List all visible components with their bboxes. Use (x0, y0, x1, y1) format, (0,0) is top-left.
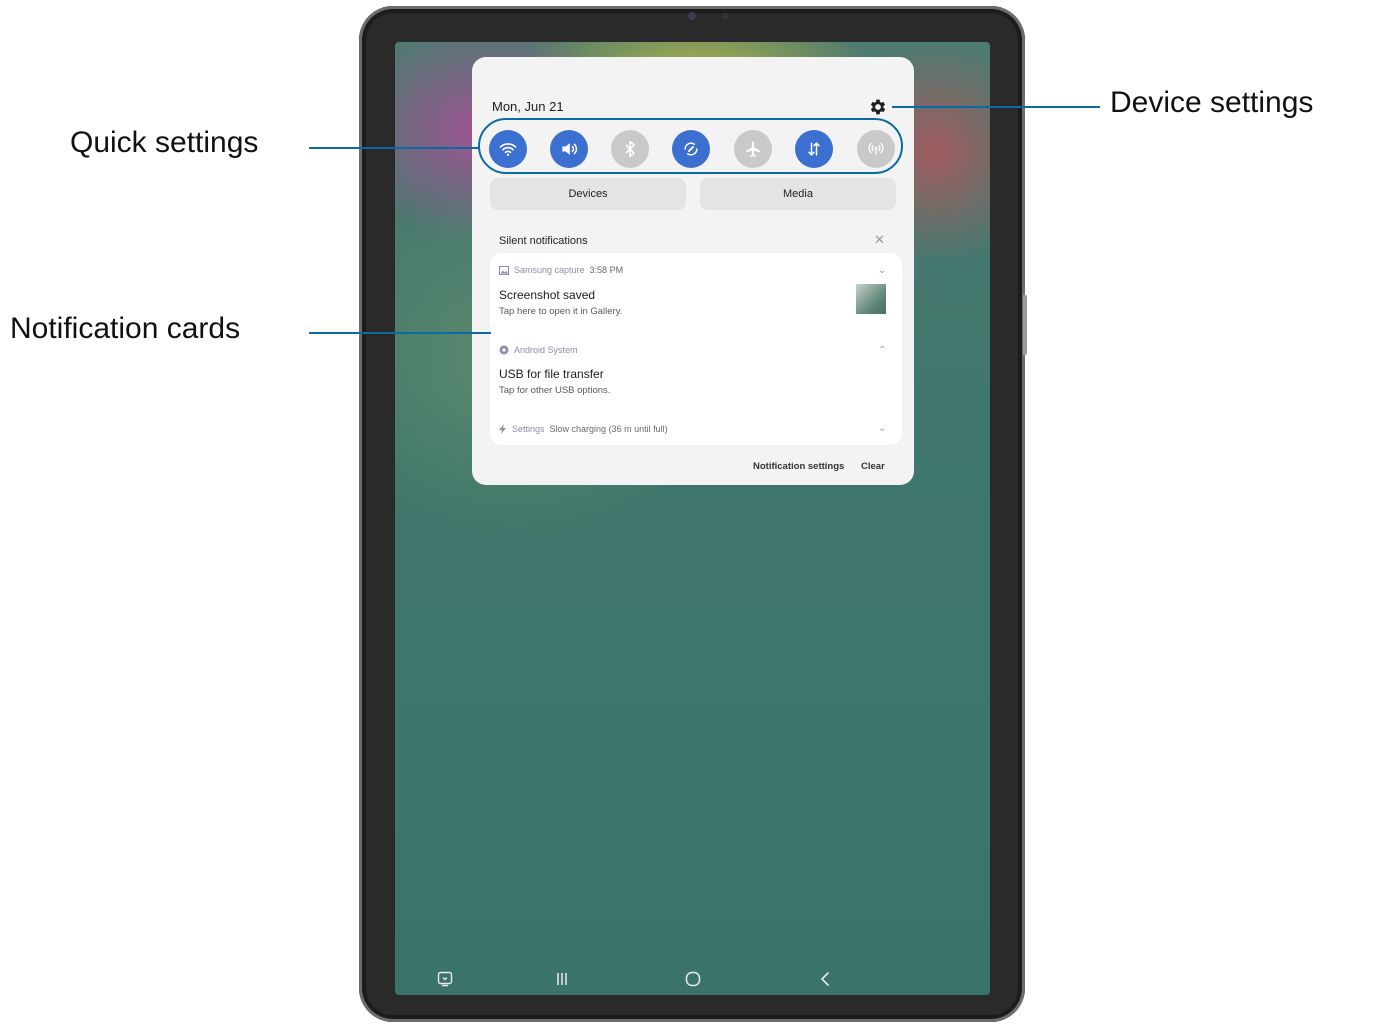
home-icon[interactable] (685, 971, 701, 987)
chevron-up-icon[interactable]: ⌃ (878, 345, 886, 356)
notification-settings-button[interactable]: Notification settings (753, 461, 844, 472)
notification-title: Screenshot saved (499, 288, 596, 302)
device-settings-callout-line (892, 106, 1100, 108)
date-label: Mon, Jun 21 (492, 99, 564, 114)
chevron-down-icon[interactable]: ⌄ (878, 265, 886, 276)
notification-app-line: Android System (499, 345, 578, 355)
notification-app-name: Settings (512, 424, 545, 434)
notification-cards-callout: Notification cards (10, 312, 241, 345)
quick-settings-callout: Quick settings (70, 126, 259, 159)
devices-button[interactable]: Devices (490, 178, 686, 210)
silent-notifications-heading: Silent notifications (499, 235, 588, 247)
notification-app-name: Samsung capture (514, 265, 585, 275)
quick-settings-callout-line (309, 147, 479, 149)
screenshot-keyboard-icon[interactable] (437, 971, 453, 987)
notification-title: USB for file transfer (499, 367, 604, 381)
back-icon[interactable] (819, 971, 831, 987)
image-icon (499, 265, 509, 275)
side-button (1023, 295, 1027, 355)
notification-app-name: Android System (514, 345, 578, 355)
notification-cards: Samsung capture 3:58 PM ⌄ Screenshot sav… (490, 253, 902, 445)
recent-apps-icon[interactable] (555, 972, 569, 986)
clear-button[interactable]: Clear (861, 461, 885, 472)
quick-settings-highlight (478, 118, 903, 174)
settings-gear-icon[interactable] (868, 97, 888, 117)
notification-text: Slow charging (36 m until full) (549, 424, 668, 434)
lightning-icon (499, 424, 506, 434)
notification-text: Tap for other USB options. (499, 385, 611, 396)
notification-app-line: Settings Slow charging (36 m until full) (499, 424, 668, 434)
navigation-bar (395, 962, 990, 995)
notification-cards-callout-line (309, 332, 491, 334)
chevron-down-icon[interactable]: ⌄ (878, 423, 886, 434)
notification-text: Tap here to open it in Gallery. (499, 306, 623, 317)
front-camera (688, 12, 696, 20)
android-system-icon (499, 345, 509, 355)
media-button[interactable]: Media (700, 178, 896, 210)
notification-app-line: Samsung capture 3:58 PM (499, 265, 623, 275)
screenshot-thumbnail (856, 284, 886, 314)
sensor (722, 13, 728, 19)
close-icon[interactable]: ✕ (874, 232, 885, 248)
notification-time: 3:58 PM (589, 265, 624, 275)
device-settings-callout: Device settings (1110, 86, 1314, 119)
